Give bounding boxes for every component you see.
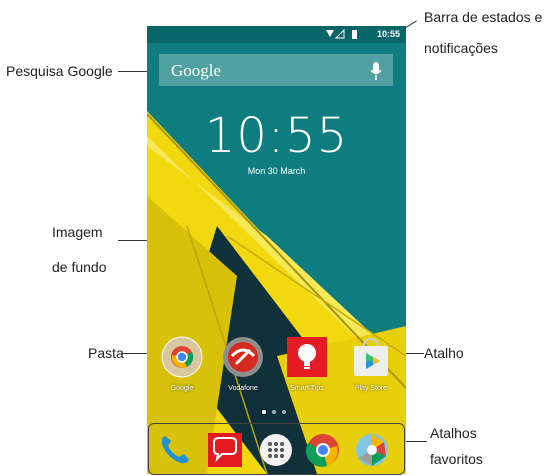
page-dot [272, 410, 276, 414]
smart-tips-icon [287, 337, 327, 377]
status-time: 10:55 [376, 29, 400, 39]
app-vodafone[interactable]: Vodafone [215, 336, 271, 392]
wallpaper [147, 26, 406, 474]
app-label: Play Store [354, 385, 388, 392]
home-screen: 10:55 Google 10:55 Mon 30 March Google V… [147, 26, 406, 474]
callout-folder: Pasta [88, 345, 124, 361]
callout-favorites-line2: favoritos [430, 451, 483, 467]
app-google-folder[interactable]: Google [154, 336, 210, 392]
play-store-icon [354, 337, 388, 376]
callout-status-bar-line2: notificações [424, 40, 498, 56]
google-folder-icon [161, 336, 203, 378]
google-logo: Google [171, 61, 222, 80]
app-smart-tips[interactable]: Smart Tips [279, 336, 335, 392]
status-bar[interactable]: 10:55 [147, 26, 406, 43]
google-search-bar[interactable]: Google [159, 54, 393, 86]
app-label: Vodafone [228, 385, 258, 392]
signal-icons [326, 29, 357, 39]
app-label: Smart Tips [290, 385, 324, 392]
callout-status-bar: Barra de estados e [424, 9, 543, 25]
app-play-store[interactable]: Play Store [343, 336, 399, 392]
callout-wallpaper: Imagem [52, 224, 103, 240]
microphone-icon[interactable] [369, 61, 383, 81]
clock-widget-time[interactable]: 10:55 [147, 108, 406, 164]
favorites-frame [148, 423, 405, 475]
callout-shortcut: Atalho [424, 345, 464, 361]
clock-widget-date: Mon 30 March [247, 166, 306, 176]
vodafone-icon [223, 337, 263, 377]
page-dot [282, 410, 286, 414]
app-label: Google [170, 385, 194, 392]
callout-wallpaper-line2: de fundo [52, 259, 107, 275]
leader-line-favorites [403, 441, 427, 442]
callout-favorites: Atalhos [430, 425, 477, 441]
callout-google-search: Pesquisa Google [6, 63, 113, 79]
page-dot [262, 410, 266, 414]
page-indicator [260, 410, 300, 416]
